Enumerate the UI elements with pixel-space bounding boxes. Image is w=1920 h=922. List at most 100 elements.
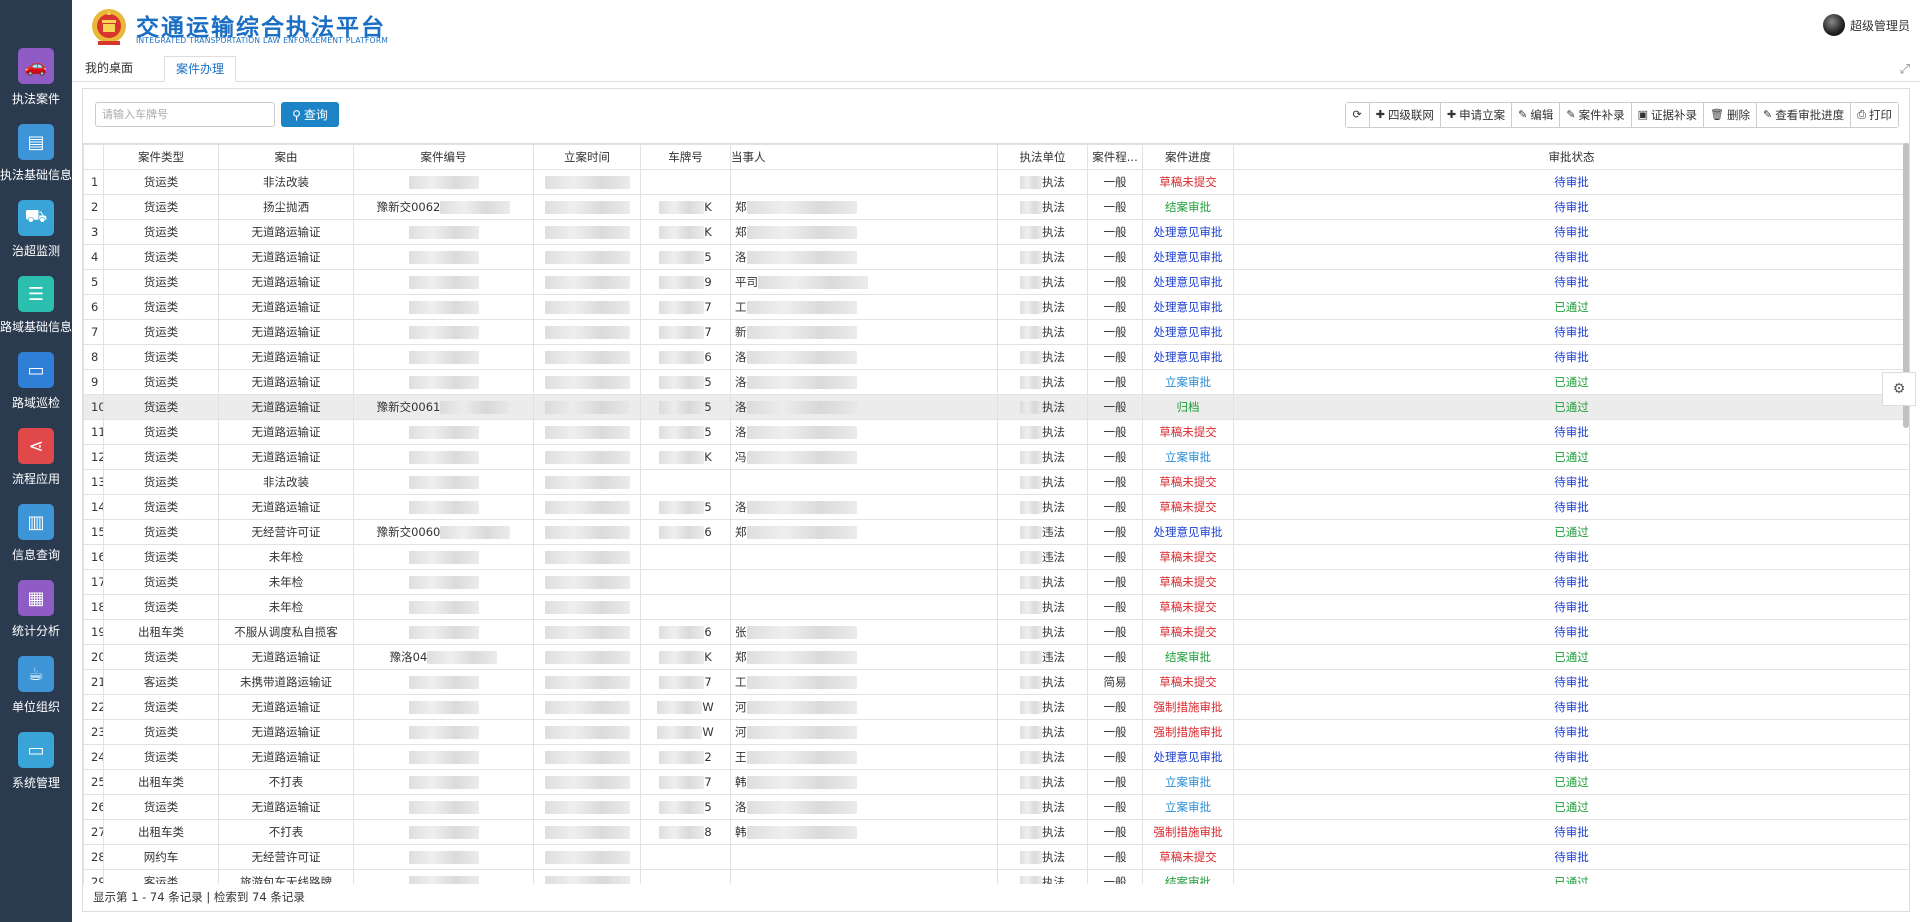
toolbar-button-6[interactable]: 🗑 删除	[1704, 103, 1757, 127]
table-row[interactable]: 3 货运类 无道路运输证 K 郑 执法 一般 处理意见审批 待审批	[83, 219, 1909, 245]
table-row[interactable]: 28 网约车 无经营许可证 执法 一般 草稿未提交 待审批	[83, 844, 1909, 870]
cell-text: 13	[91, 475, 103, 489]
table-cell: 执法	[997, 294, 1088, 320]
table-row[interactable]: 5 货运类 无道路运输证 9 平司 执法 一般 处理意见审批 待审批	[83, 269, 1909, 295]
redacted-blur	[746, 526, 857, 539]
table-cell: 洛	[730, 344, 998, 370]
settings-gear-icon[interactable]: ⚙	[1882, 372, 1916, 406]
table-row[interactable]: 23 货运类 无道路运输证 W 河 执法 一般 强制措施审批 待审批	[83, 719, 1909, 745]
table-row[interactable]: 13 货运类 非法改装 执法 一般 草稿未提交 待审批	[83, 469, 1909, 495]
toolbar-button-1[interactable]: ✚ 四级联网	[1369, 103, 1441, 127]
table-row[interactable]: 27 出租车类 不打表 8 韩 执法 一般 强制措施审批 待审批	[83, 819, 1909, 845]
column-header[interactable]: 执法单位	[997, 144, 1088, 170]
table-row[interactable]: 25 出租车类 不打表 7 韩 执法 一般 立案审批 已通过	[83, 769, 1909, 795]
table-row[interactable]: 18 货运类 未年检 执法 一般 草稿未提交 待审批	[83, 594, 1909, 620]
sidebar-item-9[interactable]: ▭ 系统管理	[0, 732, 72, 808]
toolbar-button-7[interactable]: ✎ 查看审批进度	[1756, 103, 1852, 127]
fullscreen-icon[interactable]: ⤢	[1900, 62, 1910, 77]
sidebar-item-0[interactable]: 🚗 执法案件	[0, 48, 72, 124]
table-cell: 货运类	[103, 594, 219, 620]
search-button[interactable]: ⚲ 查询	[281, 102, 339, 127]
column-header[interactable]	[83, 144, 104, 170]
table-row[interactable]: 10 货运类 无道路运输证 豫新交0061 5 洛 执法 一般 归档 已通过	[83, 394, 1909, 420]
table-cell: 货运类	[103, 644, 219, 670]
table-row[interactable]: 14 货运类 无道路运输证 5 洛 执法 一般 草稿未提交 待审批	[83, 494, 1909, 520]
table-row[interactable]: 29 客运类 旅游包车无线路牌 执法 一般 结案审批 已通过	[83, 869, 1909, 884]
table-cell: 结案审批	[1142, 194, 1234, 220]
table-cell: 无道路运输证	[218, 794, 354, 820]
table-row[interactable]: 12 货运类 无道路运输证 K 冯 执法 一般 立案审批 已通过	[83, 444, 1909, 470]
column-header[interactable]: 案件编号	[353, 144, 534, 170]
redacted-blur	[544, 851, 630, 864]
table-row[interactable]: 2 货运类 扬尘抛洒 豫新交0062 K 郑 执法 一般 结案审批 待审批	[83, 194, 1909, 220]
table-row[interactable]: 1 货运类 非法改装 执法 一般 草稿未提交 待审批	[83, 169, 1909, 195]
sidebar-item-3[interactable]: ☰ 路域基础信息	[0, 276, 72, 352]
approval-status: 已通过	[1554, 400, 1589, 414]
table-row[interactable]: 16 货运类 未年检 违法 一般 草稿未提交 待审批	[83, 544, 1909, 570]
cell-text: 21	[91, 675, 103, 689]
sidebar-item-4[interactable]: ▭ 路域巡检	[0, 352, 72, 428]
cell-text: 货运类	[143, 550, 179, 564]
column-header[interactable]: 案件进度	[1142, 144, 1234, 170]
table-row[interactable]: 19 出租车类 不服从调度私自揽客 6 张 执法 一般 草稿未提交 待审批	[83, 619, 1909, 645]
user-menu[interactable]: 超级管理员	[1822, 14, 1910, 36]
redacted-blur	[1020, 851, 1042, 864]
redacted-blur	[544, 801, 630, 814]
table-cell: 7	[83, 319, 104, 345]
toolbar-button-5[interactable]: ▣ 证据补录	[1631, 103, 1704, 127]
table-row[interactable]: 26 货运类 无道路运输证 5 洛 执法 一般 立案审批 已通过	[83, 794, 1909, 820]
table-row[interactable]: 21 客运类 未携带道路运输证 7 工 执法 简易 草稿未提交 待审批	[83, 669, 1909, 695]
cell-text: 一般	[1103, 775, 1127, 789]
table-row[interactable]: 11 货运类 无道路运输证 5 洛 执法 一般 草稿未提交 待审批	[83, 419, 1909, 445]
column-header[interactable]: 审批状态	[1233, 144, 1909, 170]
cell-text: 一般	[1103, 725, 1127, 739]
toolbar-button-2[interactable]: ✚ 申请立案	[1440, 103, 1513, 127]
search-button-label: 查询	[303, 108, 328, 122]
table-row[interactable]: 4 货运类 无道路运输证 5 洛 执法 一般 处理意见审批 待审批	[83, 244, 1909, 270]
column-header[interactable]: 案件程...	[1087, 144, 1143, 170]
table-row[interactable]: 22 货运类 无道路运输证 W 河 执法 一般 强制措施审批 待审批	[83, 694, 1909, 720]
table-cell: 5	[640, 394, 731, 420]
table-cell: 强制措施审批	[1142, 719, 1234, 745]
redacted-blur	[746, 651, 857, 664]
table-row[interactable]: 20 货运类 无道路运输证 豫洛04 K 郑 违法 一般 结案审批 已通过	[83, 644, 1909, 670]
plate-search-input[interactable]	[95, 102, 275, 127]
sidebar-item-8[interactable]: ☕ 单位组织	[0, 656, 72, 732]
toolbar-button-8[interactable]: ⎙ 打印	[1851, 103, 1898, 127]
column-header[interactable]: 案件类型	[103, 144, 219, 170]
table-row[interactable]: 17 货运类 未年检 执法 一般 草稿未提交 待审批	[83, 569, 1909, 595]
redacted-blur	[544, 676, 630, 689]
cell-text: 工	[735, 300, 747, 314]
toolbar-button-4[interactable]: ✎ 案件补录	[1560, 103, 1632, 127]
table-row[interactable]: 7 货运类 无道路运输证 7 新 执法 一般 处理意见审批 待审批	[83, 319, 1909, 345]
toolbar-button-3[interactable]: ✎ 编辑	[1512, 103, 1561, 127]
tab-case-handling[interactable]: 案件办理	[164, 56, 237, 82]
column-header[interactable]: 当事人	[730, 144, 998, 170]
progress-status: 强制措施审批	[1153, 825, 1223, 839]
table-row[interactable]: 15 货运类 无经营许可证 豫新交0060 6 郑 违法 一般 处理意见审批 已通过	[83, 519, 1909, 545]
table-cell: 28	[83, 844, 104, 870]
sidebar-item-7[interactable]: ▦ 统计分析	[0, 580, 72, 656]
cell-text: 新	[735, 325, 747, 339]
table-row[interactable]: 9 货运类 无道路运输证 5 洛 执法 一般 立案审批 已通过	[83, 369, 1909, 395]
toolbar-button-label: 查看审批进度	[1775, 108, 1845, 122]
table-cell: 执法	[997, 819, 1088, 845]
cell-text: 6	[704, 625, 712, 639]
tab-my-desktop[interactable]: 我的桌面	[74, 56, 144, 82]
cell-text: 一般	[1103, 800, 1127, 814]
sidebar-item-2[interactable]: ⛟ 治超监测	[0, 200, 72, 276]
table-cell: 已通过	[1233, 869, 1909, 884]
table-cell: 一般	[1087, 819, 1143, 845]
table-row[interactable]: 24 货运类 无道路运输证 2 王 执法 一般 处理意见审批 待审批	[83, 744, 1909, 770]
column-header[interactable]: 立案时间	[533, 144, 641, 170]
sidebar-item-6[interactable]: ▥ 信息查询	[0, 504, 72, 580]
table-row[interactable]: 6 货运类 无道路运输证 7 工 执法 一般 处理意见审批 已通过	[83, 294, 1909, 320]
toolbar-button-0[interactable]: ⟳	[1345, 103, 1370, 127]
redacted-blur	[659, 201, 705, 214]
sidebar-item-5[interactable]: ⋖ 流程应用	[0, 428, 72, 504]
sidebar-item-1[interactable]: ▤ 执法基础信息	[0, 124, 72, 200]
table-cell	[533, 694, 641, 720]
column-header[interactable]: 车牌号	[640, 144, 731, 170]
column-header[interactable]: 案由	[218, 144, 354, 170]
table-row[interactable]: 8 货运类 无道路运输证 6 洛 执法 一般 处理意见审批 待审批	[83, 344, 1909, 370]
